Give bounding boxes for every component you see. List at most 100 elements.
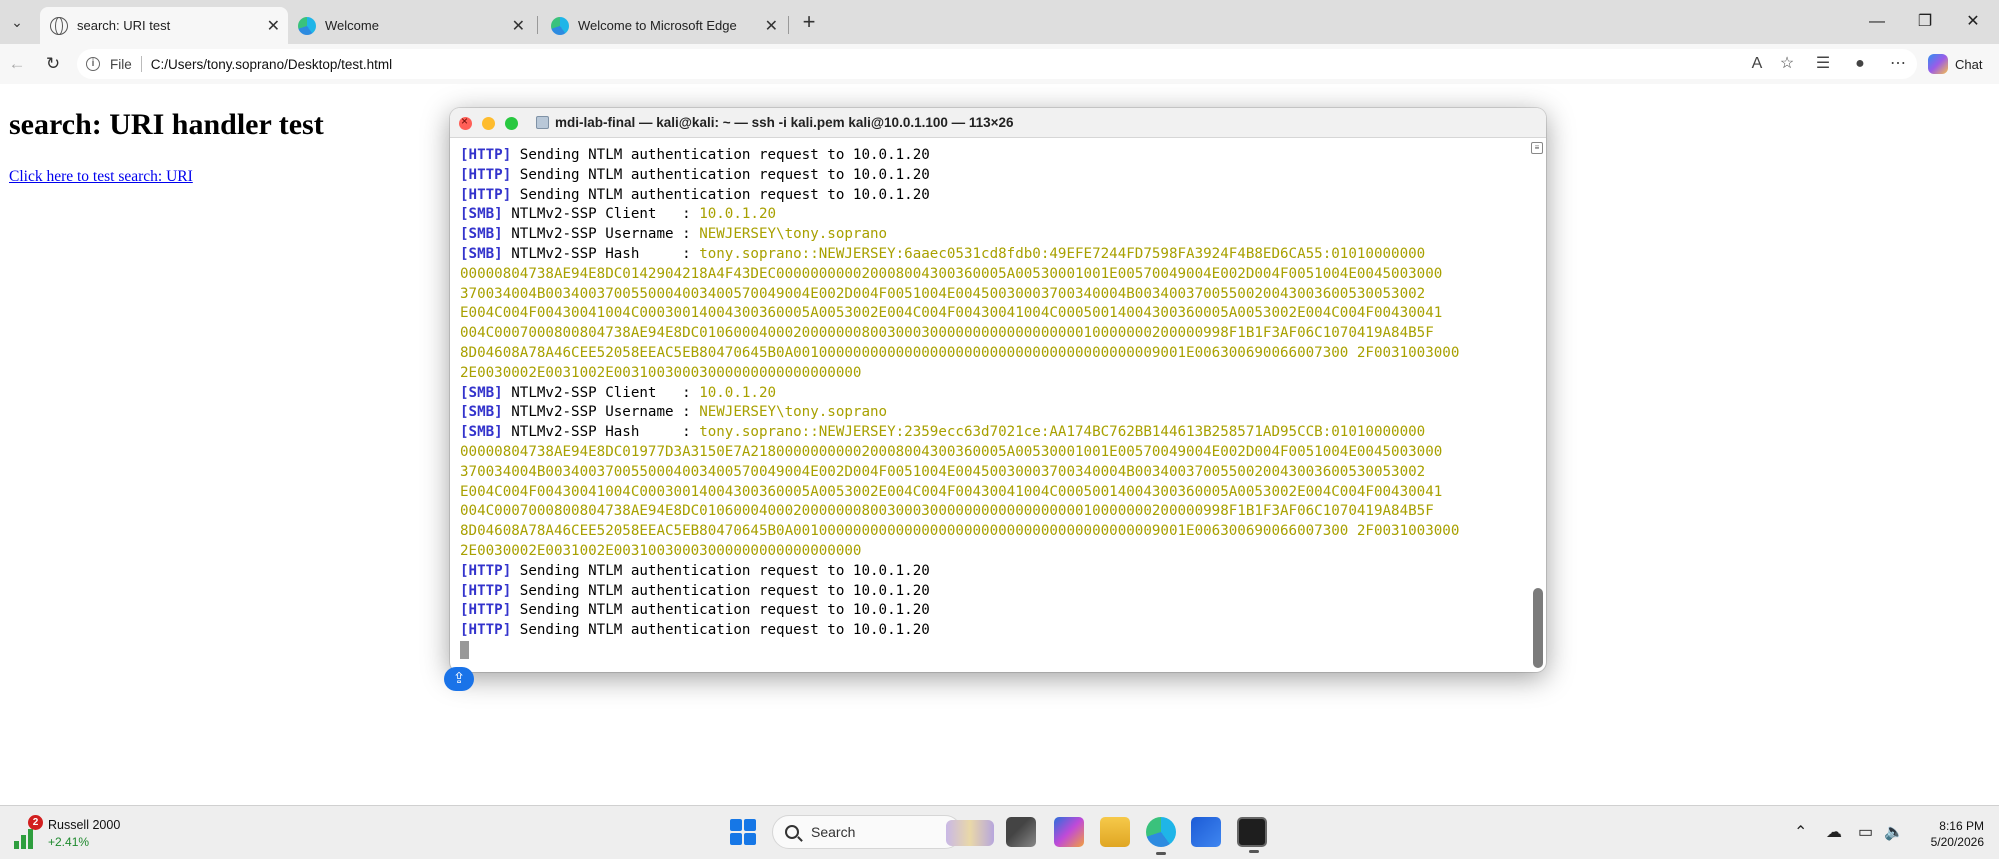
terminal-line-tag: [SMB]	[460, 226, 503, 243]
back-arrow-icon[interactable]: ←	[4, 52, 30, 76]
info-icon[interactable]: i	[86, 57, 100, 71]
windows-start-icon[interactable]	[730, 819, 756, 845]
terminal-line-value: E004C004F00430041004C0003001400430036000…	[460, 305, 1443, 322]
address-url[interactable]: C:/Users/tony.soprano/Desktop/test.html	[151, 57, 392, 72]
terminal-line: [HTTP] Sending NTLM authentication reque…	[460, 166, 1520, 186]
terminal-line-text: NTLMv2-SSP Client :	[502, 384, 700, 401]
window-close-button[interactable]: ✕	[1950, 10, 1996, 34]
search-highlight-icon[interactable]	[946, 820, 994, 846]
tab-strip: ⌄ search: URI test ✕ Welcome ✕ Welcome t…	[0, 0, 1999, 44]
edge-icon[interactable]	[1146, 817, 1176, 855]
terminal-folder-icon	[536, 116, 549, 129]
terminal-line-tag: [SMB]	[460, 245, 503, 262]
copilot-chat-button[interactable]: Chat	[1922, 49, 1994, 79]
close-icon[interactable]: ✕	[267, 16, 280, 36]
more-options-icon[interactable]: ⋯	[1885, 52, 1911, 76]
close-icon[interactable]: ✕	[765, 16, 778, 36]
terminal-titlebar[interactable]: mdi-lab-final — kali@kali: ~ — ssh -i ka…	[450, 108, 1546, 138]
task-view-icon[interactable]	[1006, 817, 1036, 847]
terminal-line-tag: [SMB]	[460, 206, 503, 223]
cloud-off-icon[interactable]: ☁	[1826, 822, 1842, 842]
terminal-line-text: Sending NTLM authentication request to 1…	[511, 147, 930, 163]
m365-copilot-icon[interactable]	[1054, 817, 1084, 847]
search-icon	[785, 825, 799, 839]
terminal-line-value: 10.0.1.20	[699, 384, 777, 401]
upload-badge-icon[interactable]: ⇪	[444, 667, 474, 691]
terminal-output[interactable]: [HTTP] Sending NTLM authentication reque…	[460, 146, 1520, 666]
terminal-line-value: 8D04608A78A46CEE52058EEAC5EB80470645B0A0…	[460, 344, 1460, 361]
terminal-line: [HTTP] Sending NTLM authentication reque…	[460, 621, 1520, 641]
favorites-list-icon[interactable]: ☰	[1810, 52, 1836, 76]
terminal-scroll-marker-icon[interactable]: ≡	[1531, 142, 1543, 154]
terminal-close-button[interactable]	[459, 114, 472, 130]
terminal-app-icon[interactable]	[1237, 817, 1267, 853]
terminal-line-text: NTLMv2-SSP Client :	[502, 206, 700, 223]
terminal-window[interactable]: mdi-lab-final — kali@kali: ~ — ssh -i ka…	[450, 108, 1546, 672]
close-icon[interactable]: ✕	[512, 16, 525, 36]
terminal-zoom-button[interactable]	[505, 117, 518, 130]
tab-welcome-to-edge[interactable]: Welcome to Microsoft Edge ✕	[541, 7, 786, 44]
terminal-prompt-line[interactable]	[460, 640, 1520, 661]
terminal-line: [HTTP] Sending NTLM authentication reque…	[460, 186, 1520, 206]
terminal-line-tag: [HTTP]	[460, 562, 512, 579]
volume-icon[interactable]: 🔈	[1884, 822, 1904, 842]
tab-title: Welcome to Microsoft Edge	[578, 18, 737, 33]
terminal-line: E004C004F00430041004C0003001400430036000…	[460, 483, 1520, 503]
terminal-line: [HTTP] Sending NTLM authentication reque…	[460, 601, 1520, 621]
terminal-line-value: 10.0.1.20	[699, 206, 777, 223]
terminal-line-tag: [HTTP]	[460, 582, 512, 599]
tab-separator	[537, 16, 538, 34]
terminal-minimize-button[interactable]	[482, 117, 495, 130]
address-bar[interactable]: i File C:/Users/tony.soprano/Desktop/tes…	[77, 49, 1917, 79]
terminal-line: 370034004B003400370055000400340057004900…	[460, 285, 1520, 305]
terminal-scrollbar-thumb[interactable]	[1533, 588, 1543, 668]
terminal-line-value: E004C004F00430041004C0003001400430036000…	[460, 483, 1443, 500]
restore-button[interactable]: ❐	[1902, 10, 1948, 34]
terminal-line: [SMB] NTLMv2-SSP Username : NEWJERSEY\to…	[460, 403, 1520, 423]
tab-actions-chevron-icon[interactable]: ⌄	[4, 10, 30, 34]
terminal-line-value: 00000804738AE94E8DC01977D3A3150E7A218000…	[460, 443, 1443, 460]
tab-welcome[interactable]: Welcome ✕	[288, 7, 533, 44]
chat-label: Chat	[1955, 56, 1983, 72]
terminal-cursor	[460, 640, 469, 659]
refresh-icon[interactable]: ↻	[40, 52, 66, 76]
file-explorer-icon[interactable]	[1100, 817, 1130, 847]
terminal-line-value: 2E0030002E0031002E0031003000300000000000…	[460, 542, 862, 559]
terminal-line: 004C0007000800804738AE94E8DC010600040002…	[460, 502, 1520, 522]
widget-title: Russell 2000	[48, 818, 121, 832]
favorite-star-icon[interactable]: ☆	[1774, 52, 1800, 76]
terminal-line-tag: [SMB]	[460, 424, 503, 441]
profile-avatar-icon[interactable]: ●	[1847, 52, 1873, 76]
terminal-line-tag: [SMB]	[460, 384, 503, 401]
edge-icon	[298, 16, 316, 35]
minimize-button[interactable]: —	[1854, 10, 1900, 34]
terminal-line-value: 004C0007000800804738AE94E8DC010600040002…	[460, 325, 1434, 342]
terminal-line-value: NEWJERSEY\tony.soprano	[699, 404, 888, 421]
terminal-line: E004C004F00430041004C0003001400430036000…	[460, 304, 1520, 324]
terminal-line: 00000804738AE94E8DC01977D3A3150E7A218000…	[460, 443, 1520, 463]
terminal-line: 370034004B003400370055000400340057004900…	[460, 463, 1520, 483]
terminal-line-text: NTLMv2-SSP Username :	[502, 226, 700, 243]
read-aloud-icon[interactable]: A	[1744, 52, 1770, 76]
page-heading: search: URI handler test	[9, 108, 324, 141]
taskbar-search[interactable]: Search	[772, 815, 962, 849]
terminal-line-text: NTLMv2-SSP Hash :	[502, 424, 700, 441]
microsoft-store-icon[interactable]	[1191, 817, 1221, 847]
taskbar-clock[interactable]: 8:16 PM 5/20/2026	[1908, 818, 1984, 850]
widget-change: +2.41%	[48, 835, 90, 849]
terminal-line: 004C0007000800804738AE94E8DC010600040002…	[460, 324, 1520, 344]
terminal-line-value: 8D04608A78A46CEE52058EEAC5EB80470645B0A0…	[460, 523, 1460, 540]
network-icon[interactable]: ▭	[1858, 822, 1873, 842]
market-widget[interactable]: 2 Russell 2000 +2.41%	[12, 815, 142, 853]
new-tab-button[interactable]: +	[795, 9, 823, 35]
terminal-title: mdi-lab-final — kali@kali: ~ — ssh -i ka…	[555, 115, 1014, 130]
tab-separator	[788, 16, 789, 34]
terminal-line: [SMB] NTLMv2-SSP Client : 10.0.1.20	[460, 384, 1520, 404]
terminal-line: [SMB] NTLMv2-SSP Client : 10.0.1.20	[460, 205, 1520, 225]
terminal-line: 00000804738AE94E8DC0142904218A4F43DEC000…	[460, 265, 1520, 285]
terminal-line-tag: [HTTP]	[460, 602, 512, 619]
chevron-up-icon[interactable]: ⌃	[1794, 822, 1807, 842]
test-search-uri-link[interactable]: Click here to test search: URI	[9, 168, 193, 186]
tab-search-uri-test[interactable]: search: URI test ✕	[40, 7, 288, 44]
terminal-line-tag: [HTTP]	[460, 166, 512, 183]
